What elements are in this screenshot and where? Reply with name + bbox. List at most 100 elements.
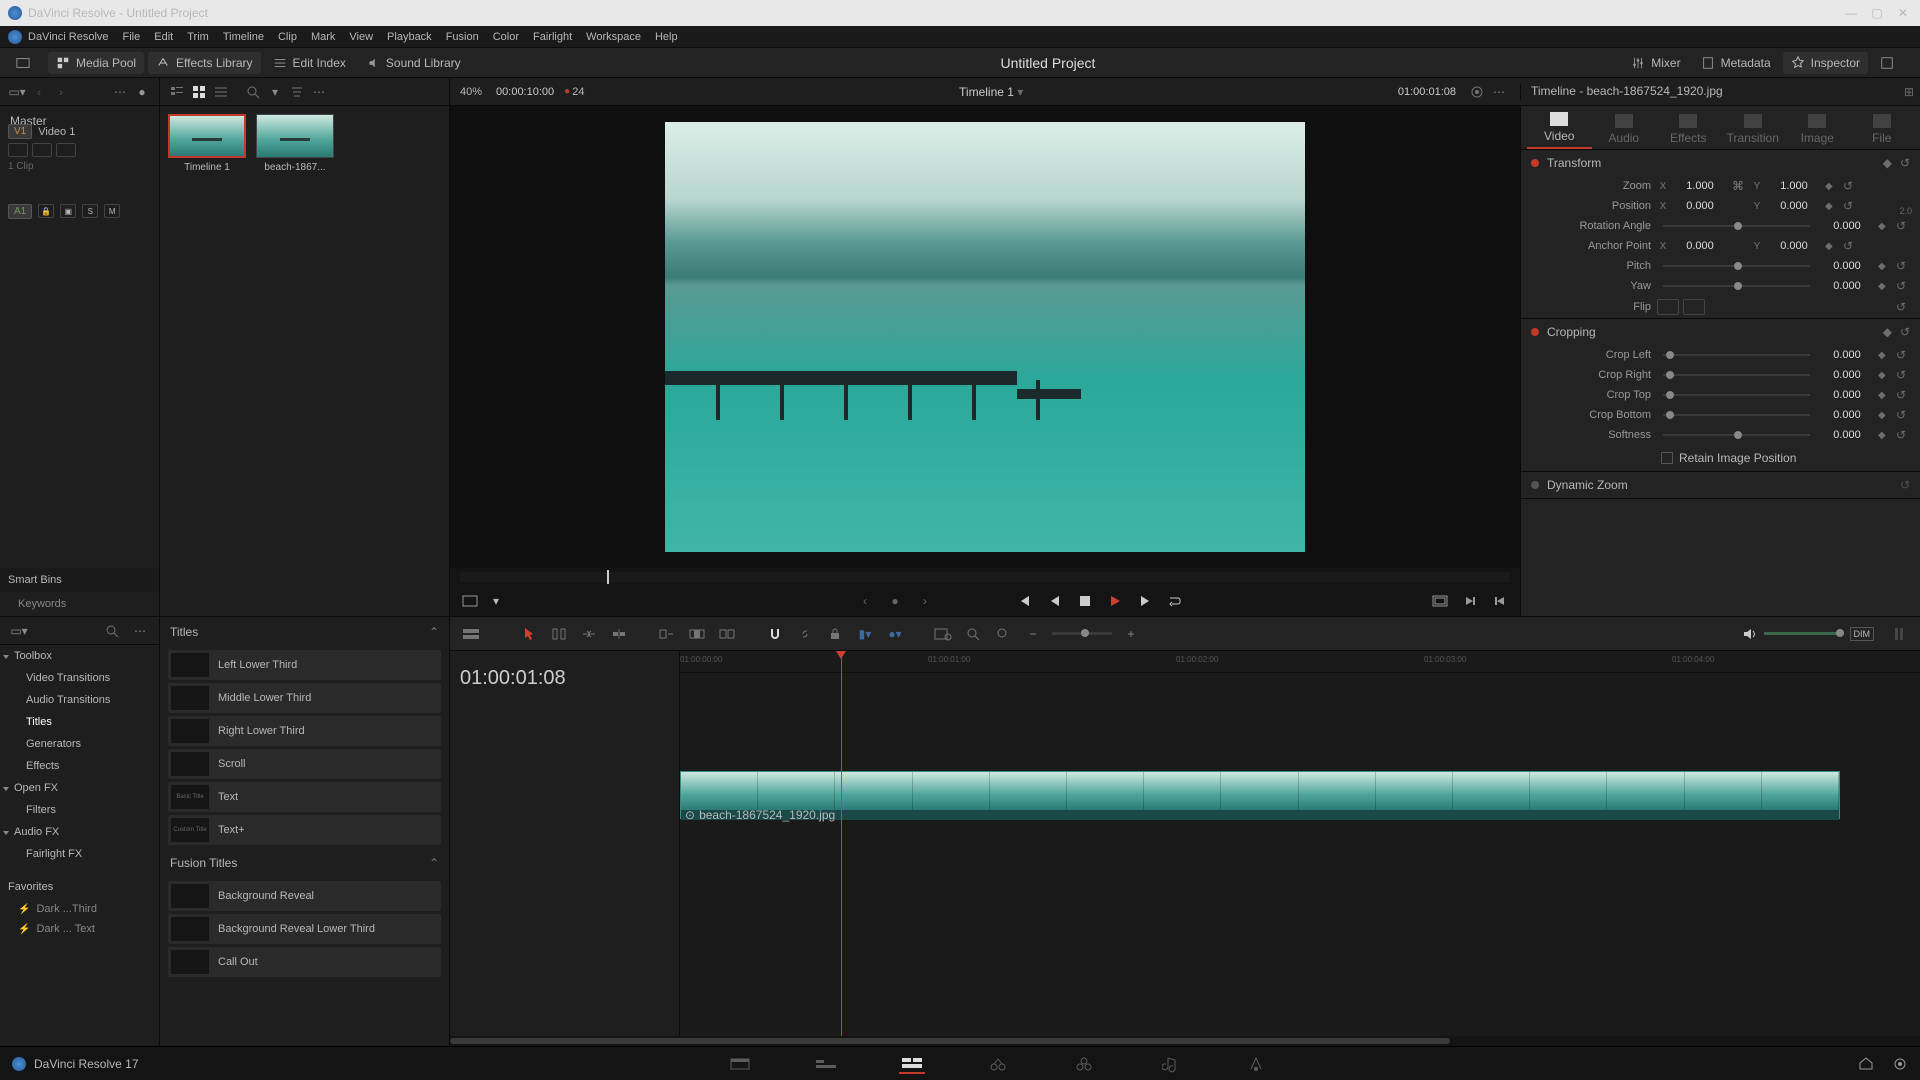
crop-top-value[interactable]: 0.000 xyxy=(1822,389,1872,401)
project-settings-button[interactable] xyxy=(1892,1056,1908,1072)
track-header-v1[interactable]: V1Video 1 1 Clip xyxy=(0,120,1920,188)
viewer-duration[interactable]: 00:00:10:00 xyxy=(496,86,554,98)
volume-control[interactable]: DIM xyxy=(1742,627,1875,641)
prev-edit-button[interactable]: ‹ xyxy=(855,591,875,611)
keyframe-icon[interactable]: ◆ xyxy=(1883,325,1892,339)
sound-library-toggle[interactable]: Sound Library xyxy=(358,52,469,74)
reset-icon[interactable]: ↺ xyxy=(1896,428,1910,442)
smart-bins-keywords[interactable]: Keywords xyxy=(0,592,159,616)
dynamic-zoom-header[interactable]: Dynamic Zoom↺ xyxy=(1521,472,1920,498)
lock-track-button[interactable]: 🔒 xyxy=(38,204,54,218)
title-preset[interactable]: Left Lower Third xyxy=(168,650,441,680)
crop-left-value[interactable]: 0.000 xyxy=(1822,349,1872,361)
link-toggle[interactable] xyxy=(794,623,816,645)
zoom-slider[interactable] xyxy=(1052,632,1112,635)
page-media[interactable] xyxy=(727,1054,753,1074)
menu-item[interactable]: Help xyxy=(655,31,678,43)
menu-item[interactable]: Timeline xyxy=(223,31,264,43)
toolbox-group[interactable]: Toolbox xyxy=(0,645,159,667)
timeline-scrollbar[interactable] xyxy=(450,1036,1920,1046)
title-preset[interactable]: Middle Lower Third xyxy=(168,683,441,713)
anchor-x-value[interactable]: 0.000 xyxy=(1675,240,1725,252)
favorite-item[interactable]: Dark ... Text xyxy=(0,919,159,939)
auto-select-button[interactable] xyxy=(32,143,52,157)
pool-view-mode[interactable]: ▭▾ xyxy=(9,84,25,100)
bin-more[interactable]: ⋯ xyxy=(311,84,327,100)
page-fairlight[interactable] xyxy=(1157,1054,1183,1074)
reset-icon[interactable]: ↺ xyxy=(1900,325,1910,339)
first-frame-button[interactable] xyxy=(1015,591,1035,611)
menu-item[interactable]: Fairlight xyxy=(533,31,572,43)
keyframe-icon[interactable]: ◆ xyxy=(1878,410,1890,421)
reset-icon[interactable]: ↺ xyxy=(1896,408,1910,422)
minimize-button[interactable]: — xyxy=(1842,6,1860,20)
search-icon[interactable] xyxy=(245,84,261,100)
menu-item[interactable]: Color xyxy=(493,31,519,43)
nav-back[interactable]: ‹ xyxy=(31,84,47,100)
step-back-button[interactable] xyxy=(1045,591,1065,611)
timeline-tracks[interactable]: 01:00:00:00 01:00:01:00 01:00:02:00 01:0… xyxy=(680,651,1920,1036)
track-header-a1[interactable]: A1 🔒 ▣ S M 2.0 xyxy=(0,196,1920,226)
softness-value[interactable]: 0.000 xyxy=(1822,429,1872,441)
marker-dot[interactable]: ● xyxy=(885,591,905,611)
dim-button[interactable]: DIM xyxy=(1850,627,1875,641)
video-clip[interactable]: ⊙beach-1867524_1920.jpg xyxy=(680,771,1840,819)
meters-toggle[interactable] xyxy=(1888,623,1910,645)
viewer-title[interactable]: Timeline 1 xyxy=(959,85,1014,99)
title-preset[interactable]: Call Out xyxy=(168,947,441,977)
keyframe-icon[interactable]: ◆ xyxy=(1878,281,1890,292)
yaw-value[interactable]: 0.000 xyxy=(1822,280,1872,292)
flip-v-button[interactable] xyxy=(1683,299,1705,315)
page-deliver[interactable] xyxy=(1243,1054,1269,1074)
tree-item[interactable]: Effects xyxy=(0,755,159,777)
custom-zoom-button[interactable] xyxy=(992,623,1014,645)
track-tag[interactable]: A1 xyxy=(8,204,32,219)
reset-icon[interactable]: ↺ xyxy=(1896,259,1910,273)
tree-item[interactable]: Fairlight FX xyxy=(0,843,159,865)
insert-button[interactable] xyxy=(656,623,678,645)
crop-bottom-value[interactable]: 0.000 xyxy=(1822,409,1872,421)
titles-header[interactable]: Titles⌃ xyxy=(160,617,449,647)
match-frame-button[interactable] xyxy=(460,591,480,611)
title-preset[interactable]: Custom TitleText+ xyxy=(168,815,441,845)
overwrite-button[interactable] xyxy=(686,623,708,645)
edit-index-toggle[interactable]: Edit Index xyxy=(265,52,354,74)
fusion-titles-header[interactable]: Fusion Titles⌃ xyxy=(160,848,449,878)
viewer-timecode[interactable]: 01:00:01:08 xyxy=(1398,86,1456,98)
chevron-up-icon[interactable]: ⌃ xyxy=(429,856,439,870)
favorite-item[interactable]: Dark ...Third xyxy=(0,899,159,919)
replace-button[interactable] xyxy=(716,623,738,645)
playhead[interactable] xyxy=(841,651,842,1036)
lock-track-button[interactable] xyxy=(8,143,28,157)
keyframe-icon[interactable]: ◆ xyxy=(1878,430,1890,441)
keyframe-icon[interactable]: ◆ xyxy=(1878,350,1890,361)
reset-icon[interactable]: ↺ xyxy=(1896,279,1910,293)
page-color[interactable] xyxy=(1071,1054,1097,1074)
anchor-y-value[interactable]: 0.000 xyxy=(1769,240,1819,252)
track-tag[interactable]: V1 xyxy=(8,124,32,139)
strip-view-button[interactable] xyxy=(213,84,229,100)
cropping-header[interactable]: Cropping◆↺ xyxy=(1521,319,1920,345)
crop-top-slider[interactable] xyxy=(1663,394,1810,396)
menu-item[interactable]: Playback xyxy=(387,31,432,43)
title-preset[interactable]: Background Reveal xyxy=(168,881,441,911)
snapping-toggle[interactable] xyxy=(764,623,786,645)
detail-zoom-button[interactable] xyxy=(962,623,984,645)
thumb-view-button[interactable] xyxy=(191,84,207,100)
yaw-slider[interactable] xyxy=(1663,285,1810,287)
bypass-icon[interactable] xyxy=(1469,84,1485,100)
page-edit[interactable] xyxy=(899,1054,925,1074)
zoom-in-button[interactable]: + xyxy=(1120,623,1142,645)
menu-item[interactable]: Mark xyxy=(311,31,335,43)
reset-icon[interactable]: ↺ xyxy=(1900,478,1910,492)
safe-area-button[interactable] xyxy=(1430,591,1450,611)
close-button[interactable]: ✕ xyxy=(1894,6,1912,20)
solo-button[interactable]: S xyxy=(82,204,98,218)
dynamic-trim-tool[interactable] xyxy=(578,623,600,645)
menu-item[interactable]: DaVinci Resolve xyxy=(28,31,109,43)
title-preset[interactable]: Basic TitleText xyxy=(168,782,441,812)
reset-icon[interactable]: ↺ xyxy=(1896,368,1910,382)
viewer-zoom[interactable]: 40% xyxy=(460,86,482,98)
mixer-toggle[interactable]: Mixer xyxy=(1623,52,1688,74)
timeline-view-options[interactable] xyxy=(460,623,482,645)
